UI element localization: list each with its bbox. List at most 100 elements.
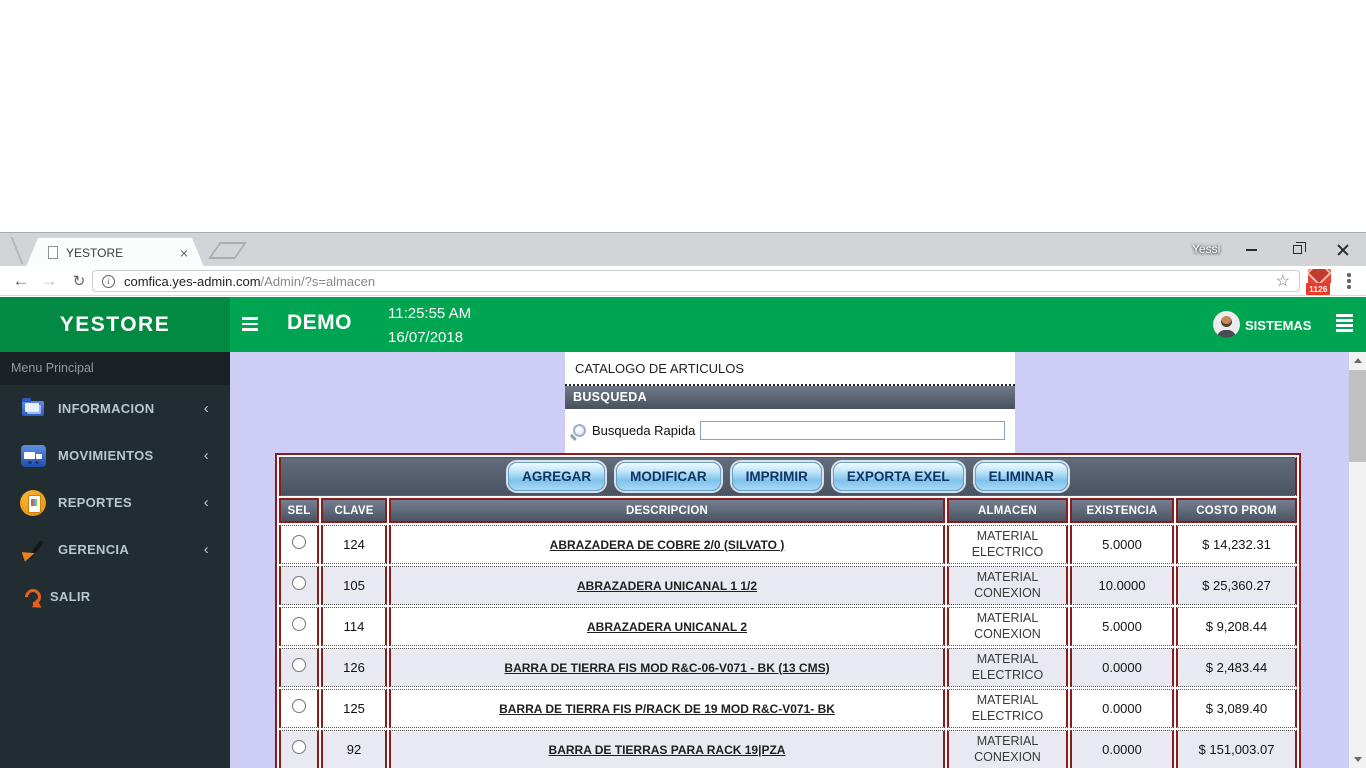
url-path: /Admin/?s=almacen bbox=[261, 274, 376, 289]
chevron-left-icon: ‹ bbox=[204, 494, 209, 511]
sidebar-item-salir[interactable]: SALIR bbox=[0, 573, 230, 620]
toolbar-button-modificar[interactable]: MODIFICAR bbox=[616, 462, 721, 491]
toolbar-button-eliminar[interactable]: ELIMINAR bbox=[975, 462, 1068, 491]
articles-tbody: 124 ABRAZADERA DE COBRE 2/0 (SILVATO ) M… bbox=[279, 525, 1297, 768]
sidebar-item-movimientos[interactable]: MOVIMIENTOS ‹ bbox=[0, 432, 230, 479]
sidebar-toggle-icon[interactable] bbox=[242, 317, 258, 334]
clave-cell: 114 bbox=[321, 607, 387, 646]
table-header-row: SEL CLAVE DESCRIPCION ALMACEN EXISTENCIA… bbox=[279, 498, 1297, 523]
exit-icon bbox=[18, 583, 48, 611]
clave-cell: 126 bbox=[321, 648, 387, 687]
reload-button[interactable]: ↻ bbox=[66, 266, 92, 295]
quick-search-input[interactable] bbox=[700, 421, 1005, 440]
scrollbar-down-arrow[interactable] bbox=[1349, 751, 1366, 768]
toolbar-button-agregar[interactable]: AGREGAR bbox=[508, 462, 605, 491]
catalog-panel: CATALOGO DE ARTICULOS BUSQUEDA Busqueda … bbox=[565, 352, 1015, 455]
row-select-radio[interactable] bbox=[292, 535, 306, 549]
almacen-cell: MATERIAL ELECTRICO bbox=[947, 525, 1068, 564]
article-link[interactable]: ABRAZADERA UNICANAL 1 1/2 bbox=[577, 579, 757, 593]
page-scrollbar[interactable] bbox=[1349, 352, 1366, 768]
costo-prom-cell: $ 2,483.44 bbox=[1176, 648, 1297, 687]
select-cell bbox=[279, 525, 319, 564]
row-select-radio[interactable] bbox=[292, 740, 306, 754]
existencia-cell: 0.0000 bbox=[1070, 648, 1174, 687]
screen: YESTORE × Yessi ← → ↻ i comfica.yes-admi… bbox=[0, 0, 1366, 768]
chevron-left-icon: ‹ bbox=[204, 447, 209, 464]
table-row: 125 BARRA DE TIERRA FIS P/RACK DE 19 MOD… bbox=[279, 689, 1297, 728]
control-sidebar-toggle-icon[interactable] bbox=[1336, 314, 1353, 334]
back-button[interactable]: ← bbox=[8, 266, 34, 295]
bookmark-star-icon[interactable]: ☆ bbox=[1276, 271, 1290, 291]
browser-menu-icon[interactable] bbox=[1347, 273, 1351, 291]
descripcion-cell: ABRAZADERA DE COBRE 2/0 (SILVATO ) bbox=[389, 525, 945, 564]
article-link[interactable]: BARRA DE TIERRAS PARA RACK 19|PZA bbox=[549, 743, 786, 757]
minimize-button[interactable] bbox=[1228, 234, 1274, 265]
clock-date: 16/07/2018 bbox=[388, 326, 471, 350]
article-link[interactable]: ABRAZADERA DE COBRE 2/0 (SILVATO ) bbox=[550, 538, 785, 552]
toolbar-button-exporta-exel[interactable]: EXPORTA EXEL bbox=[833, 462, 964, 491]
almacen-cell: MATERIAL CONEXION bbox=[947, 566, 1068, 605]
new-tab-button[interactable] bbox=[208, 242, 247, 259]
descripcion-cell: ABRAZADERA UNICANAL 2 bbox=[389, 607, 945, 646]
almacen-cell: MATERIAL ELECTRICO bbox=[947, 648, 1068, 687]
article-link[interactable]: BARRA DE TIERRA FIS P/RACK DE 19 MOD R&C… bbox=[499, 702, 835, 716]
almacen-cell: MATERIAL CONEXION bbox=[947, 607, 1068, 646]
page-document-icon bbox=[48, 246, 58, 259]
select-cell bbox=[279, 566, 319, 605]
article-link[interactable]: ABRAZADERA UNICANAL 2 bbox=[587, 620, 747, 634]
toolbar-button-imprimir[interactable]: IMPRIMIR bbox=[732, 462, 822, 491]
row-select-radio[interactable] bbox=[292, 576, 306, 590]
forward-button[interactable]: → bbox=[36, 266, 62, 295]
article-link[interactable]: BARRA DE TIERRA FIS MOD R&C-06-V071 - BK… bbox=[504, 661, 829, 675]
browser-profile-name[interactable]: Yessi bbox=[1192, 242, 1220, 256]
existencia-cell: 5.0000 bbox=[1070, 607, 1174, 646]
row-select-radio[interactable] bbox=[292, 617, 306, 631]
restore-button[interactable] bbox=[1274, 234, 1320, 265]
almacen-cell: MATERIAL CONEXION bbox=[947, 730, 1068, 768]
column-header-clave: CLAVE bbox=[321, 498, 387, 523]
window-close-button[interactable] bbox=[1320, 234, 1366, 265]
main-content: CATALOGO DE ARTICULOS BUSQUEDA Busqueda … bbox=[230, 352, 1366, 768]
tab-close-icon[interactable]: × bbox=[180, 246, 188, 260]
address-bar[interactable]: i comfica.yes-admin.com/Admin/?s=almacen… bbox=[92, 270, 1300, 292]
select-cell bbox=[279, 648, 319, 687]
row-select-radio[interactable] bbox=[292, 699, 306, 713]
user-name-label[interactable]: SISTEMAS bbox=[1245, 318, 1311, 333]
row-select-radio[interactable] bbox=[292, 658, 306, 672]
column-header-descripcion: DESCRIPCION bbox=[389, 498, 945, 523]
costo-prom-cell: $ 151,003.07 bbox=[1176, 730, 1297, 768]
app-brand: YESTORE bbox=[0, 297, 230, 352]
quick-search-row: Busqueda Rapida bbox=[565, 409, 1015, 442]
report-icon bbox=[18, 489, 48, 517]
clave-cell: 105 bbox=[321, 566, 387, 605]
chevron-left-icon: ‹ bbox=[204, 400, 209, 417]
user-avatar[interactable] bbox=[1213, 311, 1240, 338]
site-info-icon[interactable]: i bbox=[102, 275, 115, 288]
sidebar-item-informacion[interactable]: INFORMACION ‹ bbox=[0, 385, 230, 432]
search-icon bbox=[573, 424, 586, 437]
descripcion-cell: BARRA DE TIERRAS PARA RACK 19|PZA bbox=[389, 730, 945, 768]
scrollbar-up-arrow[interactable] bbox=[1349, 352, 1366, 369]
costo-prom-cell: $ 3,089.40 bbox=[1176, 689, 1297, 728]
clave-cell: 125 bbox=[321, 689, 387, 728]
panel-title: CATALOGO DE ARTICULOS bbox=[565, 352, 1015, 384]
datetime-display: 11:25:55 AM 16/07/2018 bbox=[388, 302, 471, 350]
browser-tab[interactable]: YESTORE × bbox=[26, 238, 204, 267]
table-toolbar: AGREGAR MODIFICAR IMPRIMIR EXPORTA EXEL ELIM… bbox=[279, 457, 1297, 496]
table-row: 126 BARRA DE TIERRA FIS MOD R&C-06-V071 … bbox=[279, 648, 1297, 687]
scrollbar-thumb[interactable] bbox=[1349, 370, 1366, 462]
app-header: YESTORE DEMO 11:25:55 AM 16/07/2018 SIST… bbox=[0, 297, 1366, 352]
table-row: 105 ABRAZADERA UNICANAL 1 1/2 MATERIAL C… bbox=[279, 566, 1297, 605]
select-cell bbox=[279, 730, 319, 768]
table-row: 124 ABRAZADERA DE COBRE 2/0 (SILVATO ) M… bbox=[279, 525, 1297, 564]
existencia-cell: 5.0000 bbox=[1070, 525, 1174, 564]
costo-prom-cell: $ 9,208.44 bbox=[1176, 607, 1297, 646]
costo-prom-cell: $ 14,232.31 bbox=[1176, 525, 1297, 564]
clave-cell: 92 bbox=[321, 730, 387, 768]
existencia-cell: 0.0000 bbox=[1070, 730, 1174, 768]
column-header-existencia: EXISTENCIA bbox=[1070, 498, 1174, 523]
url-domain: comfica.yes-admin.com bbox=[124, 274, 261, 289]
mail-extension-icon[interactable]: 1126 bbox=[1307, 269, 1335, 295]
sidebar-item-gerencia[interactable]: GERENCIA ‹ bbox=[0, 526, 230, 573]
sidebar-item-reportes[interactable]: REPORTES ‹ bbox=[0, 479, 230, 526]
